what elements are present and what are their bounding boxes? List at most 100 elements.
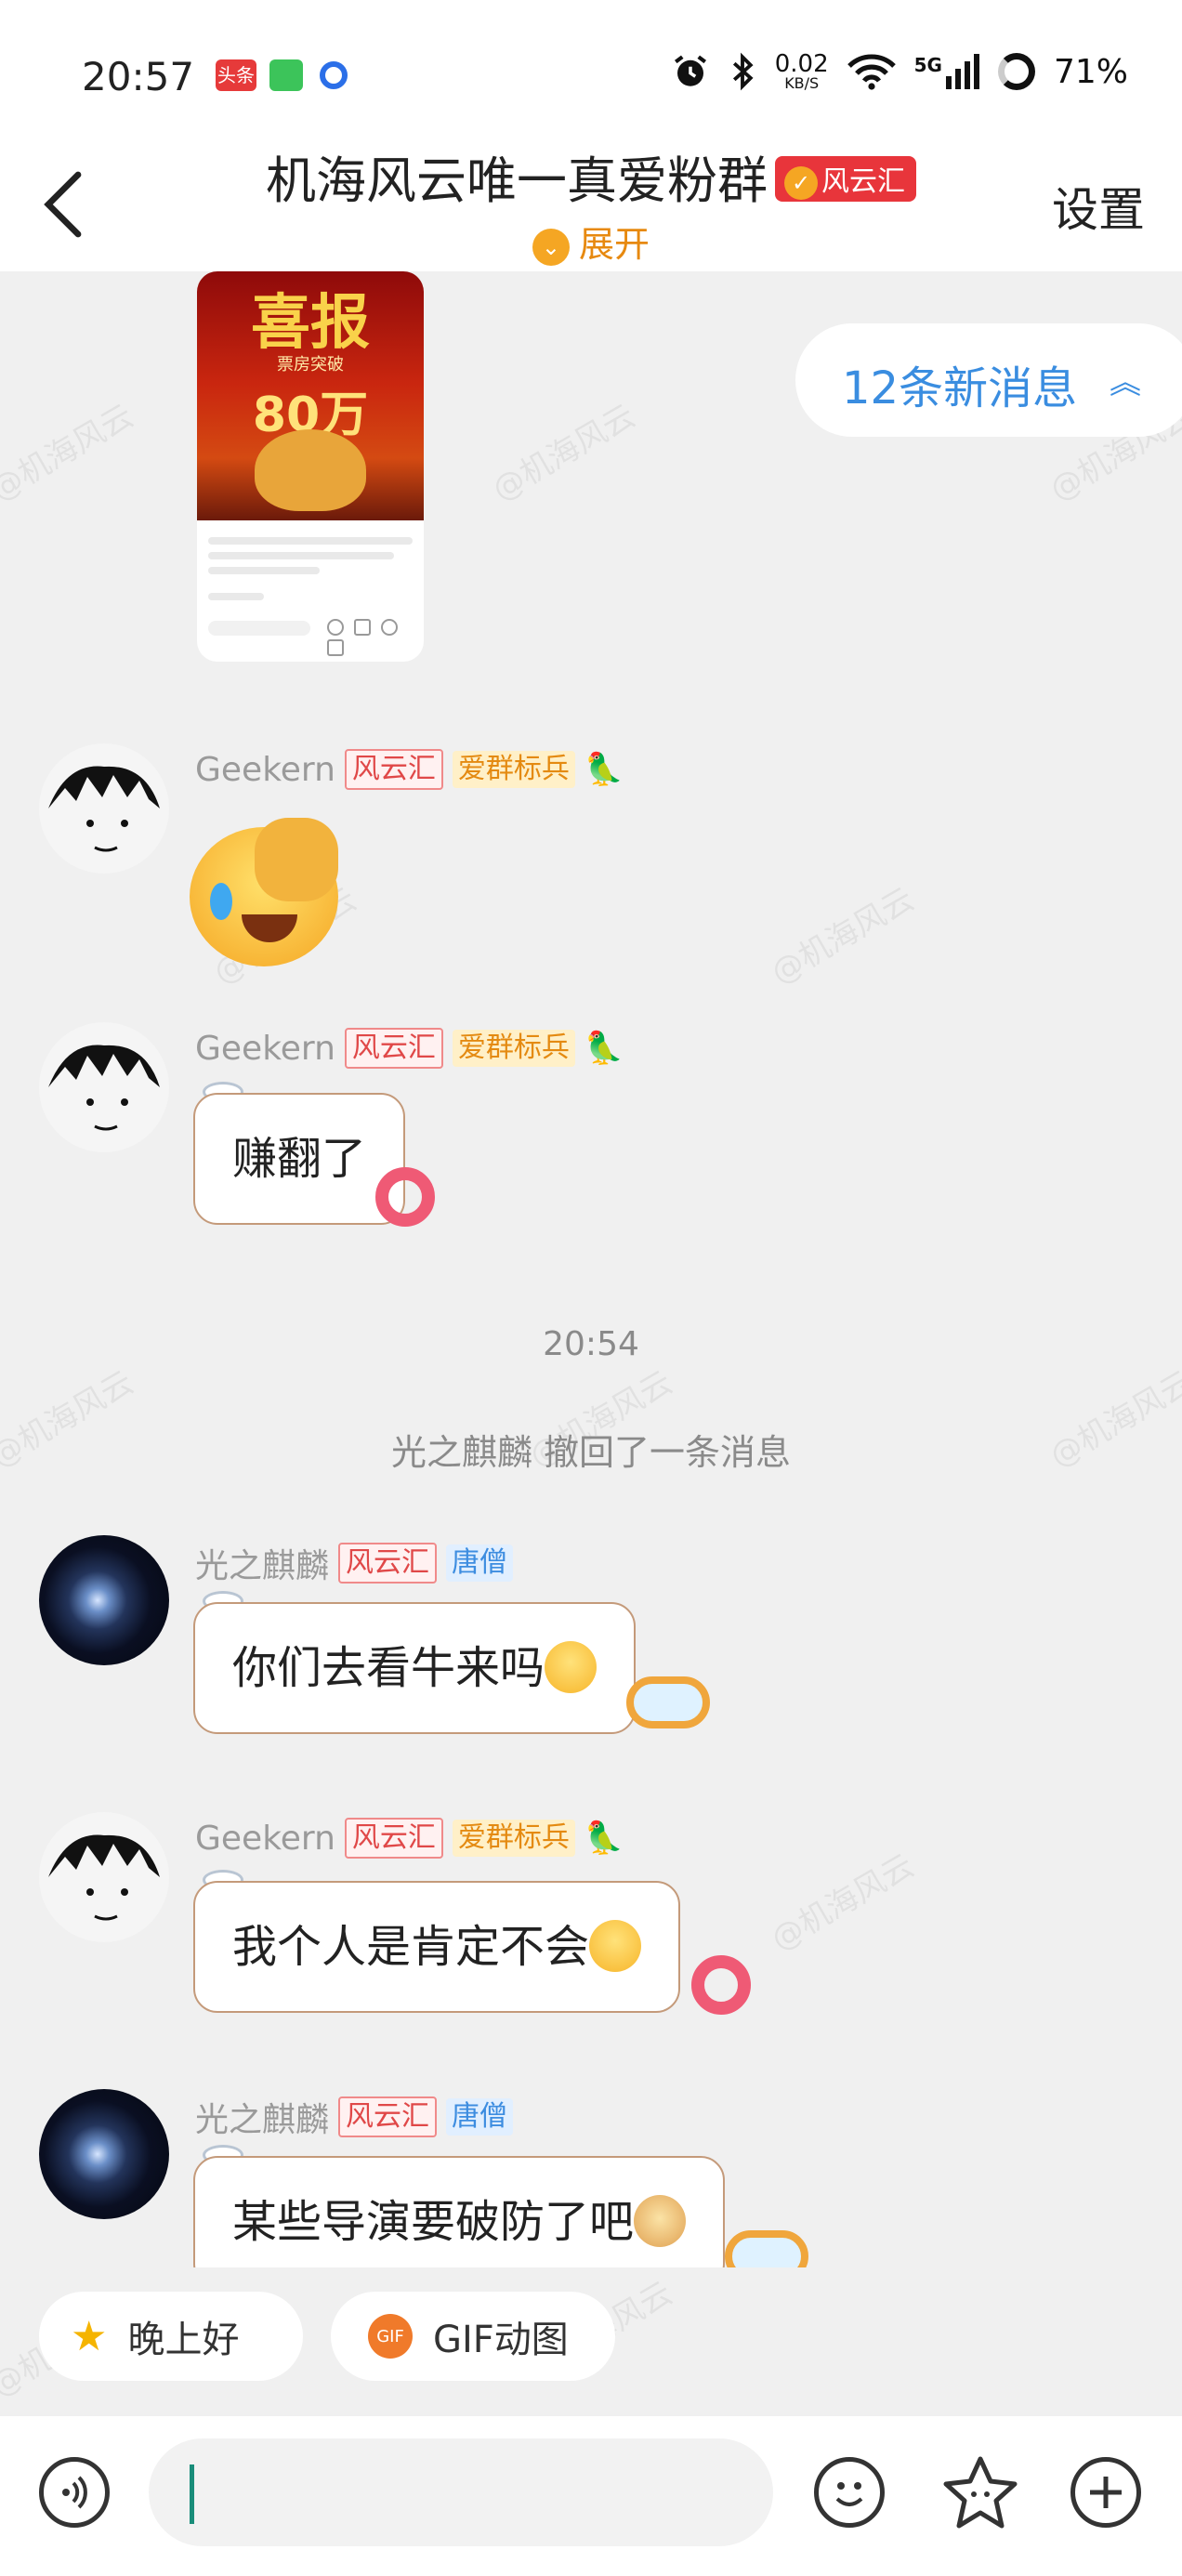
gif-icon: GIF bbox=[368, 2314, 413, 2359]
sender-name[interactable]: 光之麒麟 bbox=[195, 2093, 329, 2141]
message-clip: 某些导演要破防了吧 bbox=[186, 2147, 836, 2267]
voice-button[interactable] bbox=[39, 2457, 110, 2528]
voice-icon bbox=[62, 2476, 87, 2509]
group-badge: 风云汇 bbox=[338, 1543, 438, 1584]
avatar[interactable] bbox=[39, 743, 169, 874]
parrot-icon: 🦜 bbox=[584, 1030, 624, 1067]
watermark: @机海风云 bbox=[765, 1847, 921, 1959]
lifering-icon bbox=[375, 1167, 435, 1227]
title-badge: ✓ 风云汇 bbox=[775, 155, 916, 202]
star-face-icon bbox=[943, 2456, 1018, 2529]
quick-reply-chip[interactable]: GIF GIF动图 bbox=[331, 2292, 615, 2381]
text-line bbox=[208, 567, 320, 574]
rank-badge: 唐僧 bbox=[446, 2098, 514, 2136]
action-icons bbox=[327, 619, 411, 656]
title-badge-label: 风云汇 bbox=[821, 164, 905, 198]
quick-reply-label: 晚上好 bbox=[127, 2319, 240, 2361]
watermark: @机海风云 bbox=[486, 397, 642, 509]
v-icon: ✓ bbox=[784, 165, 818, 200]
goggles-icon bbox=[626, 1676, 710, 1728]
sender-name[interactable]: Geekern bbox=[195, 1820, 335, 1858]
more-button[interactable] bbox=[1070, 2457, 1141, 2528]
parrot-icon: 🦜 bbox=[584, 1820, 624, 1857]
message-bubble[interactable]: 我个人是肯定不会 bbox=[193, 1881, 681, 2013]
goggles-icon bbox=[725, 2230, 808, 2267]
plus-icon bbox=[1090, 2477, 1122, 2508]
group-name: 机海风云唯一真爱粉群 bbox=[266, 151, 768, 210]
message-bubble[interactable]: 你们去看牛来吗 bbox=[193, 1602, 637, 1734]
message-bubble[interactable]: 赚翻了 bbox=[193, 1093, 406, 1225]
wechat-app-icon bbox=[269, 59, 303, 91]
rank-badge: 唐僧 bbox=[446, 1544, 514, 1582]
message-bubble[interactable]: 某些导演要破防了吧 bbox=[193, 2156, 726, 2267]
group-title: 机海风云唯一真爱粉群 ✓ 风云汇 bbox=[0, 139, 1182, 213]
speed-unit: KB/S bbox=[784, 74, 820, 92]
double-chevron-up-icon: ︽ bbox=[1110, 364, 1141, 401]
sender-line: Geekern 风云汇 爱群标兵 🦜 bbox=[195, 1818, 624, 1859]
poster-subline: 票房突破 bbox=[277, 355, 344, 375]
quick-reply-chip[interactable]: ★ 晚上好 bbox=[39, 2292, 303, 2381]
avatar[interactable] bbox=[39, 2089, 169, 2219]
status-time: 20:57 bbox=[82, 54, 195, 99]
settings-button[interactable]: 设置 bbox=[1052, 173, 1145, 240]
recall-notice: 光之麒麟 撤回了一条消息 bbox=[390, 1432, 792, 1473]
text-line bbox=[208, 593, 264, 600]
message-text: 某些导演要破防了吧 bbox=[232, 2196, 635, 2248]
star-icon: ★ bbox=[71, 2312, 108, 2360]
expand-label: 展开 bbox=[578, 224, 650, 265]
sender-name[interactable]: Geekern bbox=[195, 1030, 335, 1068]
doge-emoji-icon bbox=[634, 2195, 687, 2247]
rank-badge: 爱群标兵 bbox=[452, 1820, 575, 1857]
text-line bbox=[208, 537, 413, 545]
sender-name[interactable]: Geekern bbox=[195, 751, 335, 789]
avatar[interactable] bbox=[39, 1812, 169, 1942]
new-messages-button[interactable]: 12条新消息 ︽ bbox=[795, 323, 1182, 437]
new-messages-label: 12条新消息 bbox=[842, 362, 1078, 414]
text-line bbox=[208, 552, 394, 559]
sender-line: Geekern 风云汇 爱群标兵 🦜 bbox=[195, 1028, 624, 1069]
network-type: 5G bbox=[913, 54, 942, 76]
sender-line: 光之麒麟 风云汇 唐僧 bbox=[195, 1539, 514, 1587]
alarm-icon bbox=[674, 55, 706, 86]
signal-icon: 5G bbox=[914, 54, 979, 89]
comment-box bbox=[208, 621, 310, 636]
avatar[interactable] bbox=[39, 1535, 169, 1665]
text-cursor bbox=[190, 2464, 194, 2524]
shared-poster-card[interactable]: 喜报 票房突破 80万 bbox=[197, 271, 424, 662]
toutiao-app-icon: 头条 bbox=[216, 59, 256, 91]
sticker-button[interactable] bbox=[940, 2453, 1020, 2533]
watermark: @机海风云 bbox=[765, 880, 921, 992]
group-badge: 风云汇 bbox=[344, 1028, 443, 1069]
message-text: 你们去看牛来吗 bbox=[232, 1642, 545, 1694]
group-badge: 风云汇 bbox=[344, 749, 443, 790]
timestamp: 20:54 bbox=[543, 1325, 639, 1363]
wifi-icon bbox=[847, 54, 896, 90]
smile-icon bbox=[835, 2482, 863, 2506]
sender-name[interactable]: 光之麒麟 bbox=[195, 1539, 329, 1587]
poster-image: 喜报 票房突破 80万 bbox=[197, 271, 424, 520]
quick-reply-label: GIF动图 bbox=[433, 2319, 569, 2361]
rank-badge: 爱群标兵 bbox=[452, 751, 575, 788]
group-badge: 风云汇 bbox=[344, 1818, 443, 1859]
message-text: 我个人是肯定不会 bbox=[232, 1921, 590, 1973]
battery-percent: 71% bbox=[1053, 52, 1128, 91]
parrot-icon: 🦜 bbox=[584, 751, 624, 788]
poster-headline: 喜报 bbox=[251, 288, 370, 358]
status-right: 0.02 KB/S 5G 71% bbox=[671, 52, 1128, 91]
network-speed: 0.02 KB/S bbox=[775, 52, 829, 91]
laugh-cry-emoji-icon bbox=[589, 1920, 642, 1972]
rank-badge: 爱群标兵 bbox=[452, 1030, 575, 1067]
watermark: @机海风云 bbox=[0, 397, 140, 509]
message-text: 赚翻了 bbox=[232, 1133, 367, 1185]
sender-line: 光之麒麟 风云汇 唐僧 bbox=[195, 2093, 514, 2141]
expand-toggle[interactable]: ⌄ 展开 bbox=[0, 216, 1182, 267]
avatar[interactable] bbox=[39, 1022, 169, 1152]
sender-line: Geekern 风云汇 爱群标兵 🦜 bbox=[195, 749, 624, 790]
emoji-button[interactable] bbox=[814, 2457, 885, 2528]
facepalm-laugh-sticker[interactable] bbox=[190, 818, 348, 966]
message-input[interactable] bbox=[149, 2438, 773, 2546]
chevron-down-icon: ⌄ bbox=[532, 228, 570, 266]
speed-value: 0.02 bbox=[774, 50, 829, 78]
blue-app-icon bbox=[320, 61, 348, 89]
bluetooth-icon bbox=[732, 52, 754, 91]
